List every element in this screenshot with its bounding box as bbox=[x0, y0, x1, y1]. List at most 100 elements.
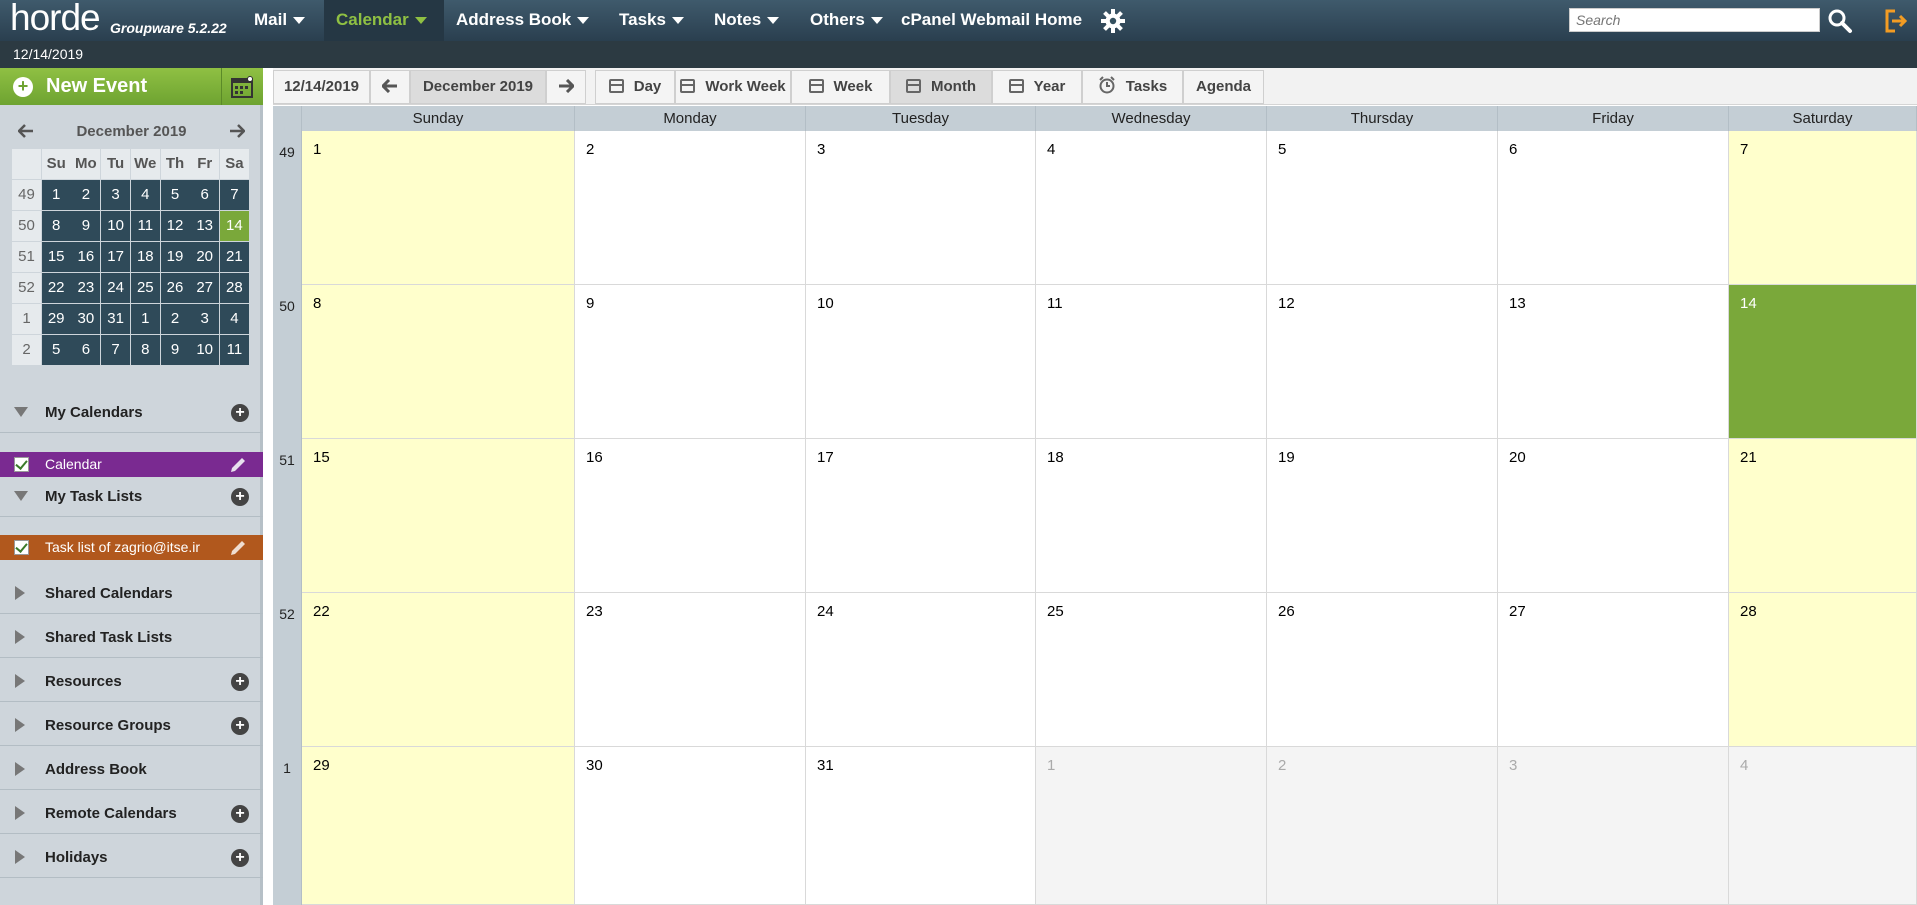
add-calendar-icon[interactable]: + bbox=[231, 404, 249, 422]
tab-week[interactable]: Week bbox=[791, 70, 890, 104]
section-resource-groups[interactable]: Resource Groups + bbox=[0, 706, 263, 746]
day-cell-weekend[interactable]: 29 bbox=[302, 747, 575, 905]
section-holidays[interactable]: Holidays + bbox=[0, 838, 263, 878]
mini-calendar-day[interactable]: 6 bbox=[190, 180, 220, 210]
task-list-checkbox[interactable] bbox=[14, 540, 29, 555]
new-event-button[interactable]: + New Event bbox=[0, 68, 263, 105]
tab-month[interactable]: Month bbox=[890, 70, 992, 104]
previous-period-button[interactable] bbox=[370, 70, 410, 104]
mini-calendar-day[interactable]: 24 bbox=[101, 273, 131, 303]
section-my-task-lists[interactable]: My Task Lists + bbox=[0, 477, 263, 517]
logout-icon[interactable] bbox=[1883, 8, 1909, 34]
mini-calendar-day[interactable]: 10 bbox=[101, 211, 131, 241]
menu-tasks[interactable]: Tasks bbox=[609, 0, 694, 41]
search-icon[interactable] bbox=[1827, 8, 1853, 34]
mini-calendar-day[interactable]: 7 bbox=[219, 180, 249, 210]
week-number[interactable]: 50 bbox=[273, 285, 302, 439]
day-cell[interactable]: 17 bbox=[806, 439, 1036, 593]
day-cell[interactable]: 12 bbox=[1267, 285, 1498, 439]
mini-calendar-day[interactable]: 11 bbox=[219, 335, 249, 365]
mini-calendar-day[interactable]: 9 bbox=[160, 335, 190, 365]
mini-calendar-week-number[interactable]: 50 bbox=[12, 211, 41, 241]
mini-calendar-day[interactable]: 10 bbox=[190, 335, 220, 365]
day-cell-weekend[interactable]: 28 bbox=[1729, 593, 1917, 747]
mini-calendar-day[interactable]: 16 bbox=[71, 242, 101, 272]
menu-mail[interactable]: Mail bbox=[244, 0, 315, 41]
tab-agenda[interactable]: Agenda bbox=[1183, 70, 1264, 104]
calendar-icon[interactable] bbox=[230, 75, 254, 99]
day-cell-other-month[interactable]: 3 bbox=[1498, 747, 1729, 905]
calendar-item-calendar[interactable]: Calendar bbox=[0, 452, 263, 477]
day-cell-weekend[interactable]: 1 bbox=[302, 131, 575, 285]
mini-calendar-day[interactable]: 1 bbox=[41, 180, 71, 210]
mini-calendar-day[interactable]: 8 bbox=[130, 335, 160, 365]
mini-calendar-day[interactable]: 8 bbox=[41, 211, 71, 241]
mini-calendar-day[interactable]: 29 bbox=[41, 304, 71, 334]
day-cell[interactable]: 24 bbox=[806, 593, 1036, 747]
mini-calendar-day[interactable]: 27 bbox=[190, 273, 220, 303]
goto-today-button[interactable]: 12/14/2019 bbox=[273, 70, 370, 104]
menu-calendar[interactable]: Calendar bbox=[324, 0, 444, 41]
mini-calendar-day[interactable]: 9 bbox=[71, 211, 101, 241]
mini-calendar-day[interactable]: 19 bbox=[160, 242, 190, 272]
pencil-icon[interactable] bbox=[228, 538, 248, 558]
day-cell[interactable]: 23 bbox=[575, 593, 806, 747]
day-cell[interactable]: 26 bbox=[1267, 593, 1498, 747]
week-number[interactable]: 52 bbox=[273, 593, 302, 747]
mini-calendar-day[interactable]: 26 bbox=[160, 273, 190, 303]
section-my-calendars[interactable]: My Calendars + bbox=[0, 393, 263, 433]
pencil-icon[interactable] bbox=[228, 455, 248, 475]
day-cell-other-month[interactable]: 1 bbox=[1036, 747, 1267, 905]
day-cell[interactable]: 13 bbox=[1498, 285, 1729, 439]
section-shared-task-lists[interactable]: Shared Task Lists bbox=[0, 618, 263, 658]
mini-calendar-day[interactable]: 18 bbox=[130, 242, 160, 272]
day-cell[interactable]: 3 bbox=[806, 131, 1036, 285]
mini-calendar-day[interactable]: 5 bbox=[160, 180, 190, 210]
section-address-book[interactable]: Address Book bbox=[0, 750, 263, 790]
section-remote-calendars[interactable]: Remote Calendars + bbox=[0, 794, 263, 834]
day-cell-other-month[interactable]: 4 bbox=[1729, 747, 1917, 905]
tab-tasks[interactable]: Tasks bbox=[1082, 70, 1183, 104]
day-cell[interactable]: 6 bbox=[1498, 131, 1729, 285]
search-input[interactable] bbox=[1569, 8, 1820, 32]
week-number[interactable]: 51 bbox=[273, 439, 302, 593]
week-number[interactable]: 49 bbox=[273, 131, 302, 285]
period-title[interactable]: December 2019 bbox=[410, 70, 546, 104]
mini-calendar-day[interactable]: 1 bbox=[130, 304, 160, 334]
mini-calendar-day[interactable]: 31 bbox=[101, 304, 131, 334]
next-period-button[interactable] bbox=[546, 70, 586, 104]
day-cell[interactable]: 20 bbox=[1498, 439, 1729, 593]
mini-calendar-day[interactable]: 4 bbox=[219, 304, 249, 334]
menu-address-book[interactable]: Address Book bbox=[446, 0, 599, 41]
mini-calendar-day[interactable]: 5 bbox=[41, 335, 71, 365]
day-cell[interactable]: 11 bbox=[1036, 285, 1267, 439]
day-cell-weekend[interactable]: 22 bbox=[302, 593, 575, 747]
calendar-checkbox[interactable] bbox=[14, 457, 29, 472]
day-cell[interactable]: 25 bbox=[1036, 593, 1267, 747]
mini-calendar-week-number[interactable]: 1 bbox=[12, 304, 41, 334]
mini-calendar-day[interactable]: 6 bbox=[71, 335, 101, 365]
task-list-item[interactable]: Task list of zagrio@itse.ir bbox=[0, 535, 263, 560]
day-cell-weekend[interactable]: 8 bbox=[302, 285, 575, 439]
mini-calendar-today[interactable]: 14 bbox=[219, 211, 249, 241]
day-cell[interactable]: 19 bbox=[1267, 439, 1498, 593]
week-number[interactable]: 1 bbox=[273, 747, 302, 905]
tab-year[interactable]: Year bbox=[992, 70, 1082, 104]
day-cell-other-month[interactable]: 2 bbox=[1267, 747, 1498, 905]
day-cell[interactable]: 2 bbox=[575, 131, 806, 285]
add-resource-icon[interactable]: + bbox=[231, 673, 249, 691]
mini-calendar-day[interactable]: 2 bbox=[160, 304, 190, 334]
add-resource-group-icon[interactable]: + bbox=[231, 717, 249, 735]
day-cell[interactable]: 30 bbox=[575, 747, 806, 905]
mini-calendar-week-number[interactable]: 49 bbox=[12, 180, 41, 210]
horde-logo[interactable]: horde bbox=[10, 0, 101, 39]
mini-calendar-day[interactable]: 21 bbox=[219, 242, 249, 272]
mini-calendar-day[interactable]: 30 bbox=[71, 304, 101, 334]
mini-calendar-day[interactable]: 22 bbox=[41, 273, 71, 303]
mini-calendar-day[interactable]: 15 bbox=[41, 242, 71, 272]
day-cell-weekend[interactable]: 15 bbox=[302, 439, 575, 593]
day-cell-today[interactable]: 14 bbox=[1729, 285, 1917, 439]
mini-calendar-day[interactable]: 23 bbox=[71, 273, 101, 303]
day-cell[interactable]: 31 bbox=[806, 747, 1036, 905]
mini-calendar-day[interactable]: 13 bbox=[190, 211, 220, 241]
